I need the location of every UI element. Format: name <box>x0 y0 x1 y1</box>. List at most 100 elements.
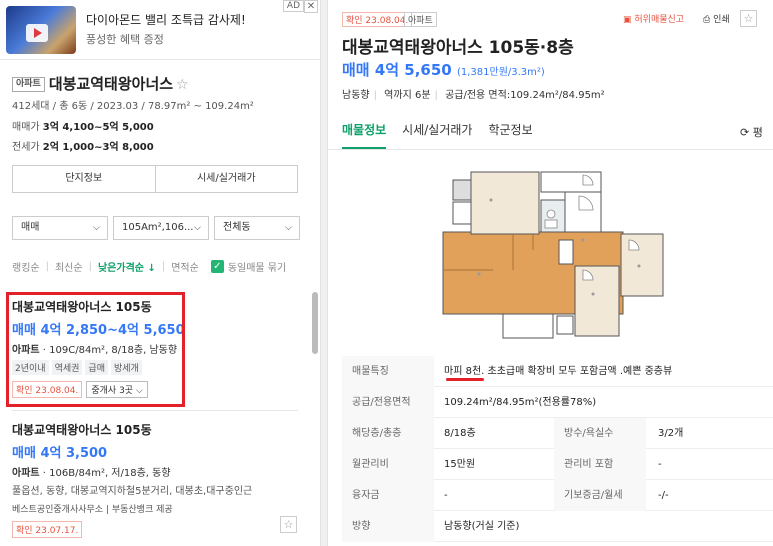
detail-price-value: 매매 4억 5,650 <box>342 61 452 79</box>
ad-title[interactable]: 다이아몬드 밸리 조특급 감사제! <box>86 11 246 28</box>
row-value: - <box>444 490 448 501</box>
row-label: 기보증금/월세 <box>554 480 646 511</box>
complex-type-badge: 아파트 <box>12 77 45 92</box>
property-type-badge: 아파트 <box>404 12 437 27</box>
row-label: 공급/전용면적 <box>342 387 434 418</box>
chevron-down-icon: ⌵ <box>285 223 292 233</box>
row-label: 융자금 <box>342 480 434 511</box>
tab-school-info[interactable]: 학군정보 <box>488 121 532 149</box>
trade-type-select[interactable]: 매매 ⌵ <box>12 216 108 240</box>
table-row: 공급/전용면적 109.24m²/84.95m²(전용률78%) <box>342 387 773 418</box>
row-label: 해당층/총층 <box>342 418 434 449</box>
print-icon: ⎙ <box>703 15 711 25</box>
station-text: 역까지 6분 <box>384 90 431 101</box>
area-select[interactable]: 105Am²,106... ⌵ <box>113 216 209 240</box>
sale-price-label: 매매가 <box>12 122 40 133</box>
jeonse-price-line: 전세가 2억 1,000~3억 8,000 <box>12 138 154 153</box>
ad-thumbnail[interactable] <box>6 6 76 54</box>
scrollbar-thumb[interactable] <box>312 292 318 354</box>
divider <box>12 410 298 411</box>
filter-bar: 매매 ⌵ 105Am²,106... ⌵ 전체동 ⌵ <box>12 216 300 240</box>
row-label: 방수/욕실수 <box>554 418 646 449</box>
table-row: 월관리비 15만원 관리비 포함 - <box>342 449 773 480</box>
favorite-star-icon[interactable]: ☆ <box>280 516 297 533</box>
report-button[interactable]: ▣ 허위매물신고 <box>623 12 684 25</box>
complex-name: 대봉교역태왕아너스 <box>48 75 174 93</box>
detail-summary: 남동향 | 역까지 6분 | 공급/전용 면적:109.24m²/84.95m² <box>342 90 605 101</box>
confirm-badge: 확인 23.08.04. <box>342 12 413 27</box>
listing-price: 매매 4억 3,500 <box>12 446 108 461</box>
complex-button-row: 단지정보 시세/실거래가 <box>12 165 298 193</box>
ad-badge: AD <box>282 0 304 12</box>
area-unit-toggle[interactable]: ⟳ 평 <box>740 124 763 140</box>
sort-low-price[interactable]: 낮은가격순 ↓ <box>98 259 156 274</box>
favorite-star-icon[interactable]: ☆ <box>176 77 189 93</box>
detail-tabs: 매물정보 시세/실거래가 학군정보 <box>342 121 533 149</box>
confirm-badge: 확인 23.07.17. <box>12 521 83 538</box>
complex-meta: 412세대 / 총 6동 / 2023.03 / 78.97m² ~ 109.2… <box>12 101 254 112</box>
listing-desc-text: 106B/84m², 저/18층, 동향 <box>49 468 171 479</box>
sale-price-line: 매매가 3억 4,100~5억 5,000 <box>12 118 154 133</box>
row-label: 매물특징 <box>342 356 434 387</box>
direction-text: 남동향 <box>342 90 370 101</box>
table-row: 매물특징 마피 8천. 초초급매 확장비 모두 포함금액 .예쁜 중층뷰 <box>342 356 773 387</box>
area-value: 105Am²,106... <box>122 222 194 233</box>
sort-area[interactable]: 면적순 <box>171 259 199 274</box>
trade-type-value: 매매 <box>21 222 40 233</box>
ad-subtitle: 풍성한 혜택 증정 <box>86 33 164 46</box>
row-value: 15만원 <box>444 459 476 470</box>
row-value: 109.24m²/84.95m²(전용률78%) <box>444 397 597 408</box>
listing-desc: 아파트 · 106B/84m², 저/18층, 동향 <box>12 468 171 479</box>
detail-panel: 확인 23.08.04. 아파트 ▣ 허위매물신고 ⎙ 인쇄 ☆ 대봉교역태왕아… <box>328 0 773 546</box>
tab-price-history[interactable]: 시세/실거래가 <box>402 121 472 149</box>
detail-title: 대봉교역태왕아너스 105동·8층 <box>342 38 574 58</box>
listing-agent: 베스트공인중개사사무소 | 부동산뱅크 제공 <box>12 505 173 515</box>
play-icon <box>26 24 48 42</box>
row-value: 마피 8천. 초초급매 확장비 모두 포함금액 .예쁜 중층뷰 <box>444 366 673 377</box>
complex-title: 아파트 대봉교역태왕아너스 ☆ <box>12 73 189 94</box>
sort-latest[interactable]: 최신순 <box>55 259 83 274</box>
sale-price-value: 3억 4,100~5억 5,000 <box>42 122 154 133</box>
panel-divider[interactable] <box>320 0 328 546</box>
complex-info-button[interactable]: 단지정보 <box>13 166 155 192</box>
chevron-down-icon: ⌵ <box>93 223 100 233</box>
jeonse-price-label: 전세가 <box>12 142 40 153</box>
row-value: 3/2개 <box>658 428 684 439</box>
selected-item-highlight <box>6 292 185 407</box>
row-value: 남동향(거실 기준) <box>444 521 520 532</box>
detail-info-table: 매물특징 마피 8천. 초초급매 확장비 모두 포함금액 .예쁜 중층뷰 공급/… <box>342 356 773 542</box>
print-button[interactable]: ⎙ 인쇄 <box>703 12 730 25</box>
jeonse-price-value: 2억 1,000~3억 8,000 <box>42 142 154 153</box>
tab-property-info[interactable]: 매물정보 <box>342 121 387 149</box>
annotation-underline <box>446 378 484 381</box>
report-label: 허위매물신고 <box>634 15 685 25</box>
row-label: 관리비 포함 <box>554 449 646 480</box>
row-value: 8/18층 <box>444 428 476 439</box>
dong-select[interactable]: 전체동 ⌵ <box>214 216 300 240</box>
dong-value: 전체동 <box>223 222 251 233</box>
table-row: 방향 남동향(거실 기준) <box>342 511 773 542</box>
area-text: 공급/전용 면적:109.24m²/84.95m² <box>445 90 605 101</box>
checkbox-icon[interactable]: ✓ <box>210 260 224 273</box>
price-history-button[interactable]: 시세/실거래가 <box>154 166 298 192</box>
listing-desc-extra: 풀옵션, 동향, 대봉교역지하철5분거리, 대봉초,대구중인근 <box>12 486 253 497</box>
print-label: 인쇄 <box>713 15 730 25</box>
listing-name: 대봉교역태왕아너스 105동 <box>12 423 152 437</box>
sort-bar: 랭킹순 | 최신순 | 낮은가격순 ↓ | 면적순 ✓ 동일매물 묶기 <box>12 259 287 274</box>
close-icon[interactable]: ✕ <box>304 0 318 13</box>
sort-ranking[interactable]: 랭킹순 <box>12 259 40 274</box>
group-same-label[interactable]: 동일매물 묶기 <box>228 259 286 274</box>
floor-plan-image[interactable] <box>433 170 668 340</box>
siren-icon: ▣ <box>623 15 632 25</box>
listing-desc-type: 아파트 <box>12 468 40 479</box>
list-item[interactable]: 대봉교역태왕아너스 105동 매매 4억 3,500 아파트 · 106B/84… <box>12 421 302 538</box>
table-row: 융자금 - 기보증금/월세 -/- <box>342 480 773 511</box>
ad-banner[interactable]: 다이아몬드 밸리 조특급 감사제! 풍성한 혜택 증정 AD ✕ <box>0 0 320 60</box>
row-value: -/- <box>658 490 669 501</box>
favorite-star-icon[interactable]: ☆ <box>740 10 757 27</box>
listing-panel: 다이아몬드 밸리 조특급 감사제! 풍성한 혜택 증정 AD ✕ 아파트 대봉교역… <box>0 0 320 546</box>
divider <box>328 149 773 150</box>
row-label: 방향 <box>342 511 434 542</box>
detail-price: 매매 4억 5,650 (1,381만원/3.3m²) <box>342 59 545 80</box>
table-row: 해당층/총층 8/18층 방수/욕실수 3/2개 <box>342 418 773 449</box>
